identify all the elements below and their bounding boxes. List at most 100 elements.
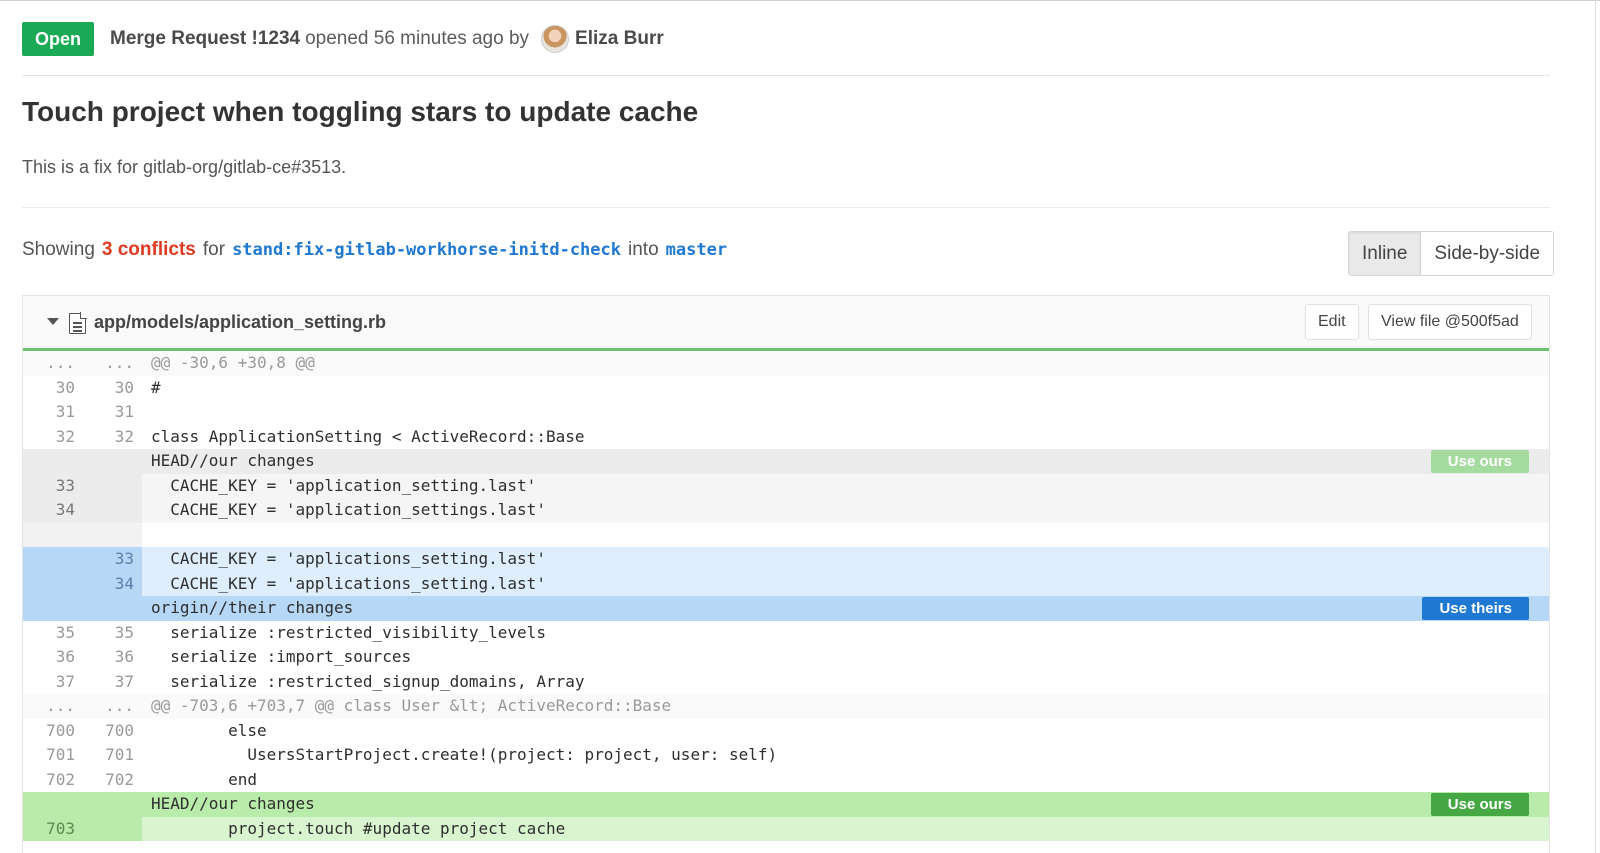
diff-line: 33 CACHE_KEY = 'applications_setting.las… [23, 547, 1549, 572]
page-right-border [1595, 0, 1596, 853]
old-line-number: 35 [55, 622, 75, 642]
new-line-number [83, 816, 142, 841]
line-code: CACHE_KEY = 'applications_setting.last' [151, 573, 546, 593]
showing-label: Showing [22, 239, 95, 260]
mr-description: This is a fix for gitlab-org/gitlab-ce#3… [22, 157, 347, 177]
page-top-border [0, 0, 1600, 1]
page-title: Touch project when toggling stars to upd… [22, 96, 699, 127]
target-branch: master [665, 240, 728, 260]
line-code: serialize :import_sources [151, 647, 412, 666]
mr-header: Open Merge Request !1234 opened 56 minut… [22, 22, 664, 56]
old-line-number: 30 [55, 377, 75, 397]
use-ours-button[interactable]: Use ours [1430, 793, 1529, 816]
line-code: serialize :restricted_signup_domains, Ar… [151, 671, 585, 691]
new-line-number: 37 [114, 671, 134, 691]
new-line-number [83, 498, 142, 523]
diff-line: 36 36 serialize :import_sources [23, 645, 1549, 670]
line-code: @@ -30,6 +30,8 @@ [151, 353, 315, 372]
new-line-number [83, 522, 142, 547]
line-code: project.touch #update project cache [151, 818, 566, 838]
diff-line: ...... @@ -703,6 +703,7 @@ class User &lt… [23, 694, 1549, 719]
status-badge: Open [22, 22, 95, 56]
view-file-button[interactable]: View file @500f5ad [1368, 304, 1532, 340]
description-divider [22, 207, 1550, 208]
file-path: app/models/application_setting.rb [94, 312, 387, 332]
new-line-number: 33 [83, 547, 142, 572]
old-line-number: 701 [46, 745, 75, 764]
old-line-number: 703 [23, 816, 83, 841]
new-line-number: 702 [105, 769, 134, 789]
diff-line: ...... @@ -30,6 +30,8 @@ [23, 351, 1549, 376]
new-line-number: ... [83, 351, 142, 376]
conflict-header-row: origin//their changes Use theirs [23, 596, 1549, 621]
old-line-number [23, 547, 83, 572]
diff-line: 33 CACHE_KEY = 'application_setting.last… [23, 473, 1549, 498]
line-code: UsersStartProject.create!(project: proje… [151, 745, 778, 764]
side-by-side-view-button[interactable]: Side-by-side [1421, 232, 1554, 275]
file-header: app/models/application_setting.rb Edit V… [23, 296, 1549, 351]
diff-line: 34 CACHE_KEY = 'application_settings.las… [23, 498, 1549, 523]
avatar[interactable] [541, 25, 570, 53]
new-line-number [83, 792, 142, 817]
line-code: CACHE_KEY = 'application_settings.last' [151, 500, 546, 519]
line-code: serialize :restricted_visibility_levels [151, 622, 546, 642]
new-line-number [83, 473, 142, 498]
line-code: # [151, 377, 161, 397]
old-line-number: ... [23, 694, 83, 719]
old-line-number [23, 449, 83, 474]
use-ours-button[interactable]: Use ours [1430, 450, 1529, 473]
new-line-number: 32 [114, 426, 134, 446]
old-line-number [23, 596, 83, 621]
line-code: @@ -703,6 +703,7 @@ class User &lt; Acti… [151, 696, 672, 715]
diff-line: 35 35 serialize :restricted_visibility_le… [23, 621, 1549, 646]
diff-line: 32 32 class ApplicationSetting < ActiveRec… [23, 425, 1549, 450]
mr-meta: Merge Request !1234 opened 56 minutes ag… [110, 25, 664, 53]
diff-line: 703 project.touch #update project cache [23, 816, 1549, 841]
diff-line: 700 700 else [23, 719, 1549, 744]
conflicts-summary: Showing 3 conflicts for stand:fix-gitlab… [22, 239, 734, 261]
into-label: into [628, 239, 659, 260]
author-link[interactable]: Eliza Burr [575, 28, 664, 50]
diff-line: 702 702 end [23, 768, 1549, 793]
old-line-number [23, 571, 83, 596]
new-line-number: 700 [105, 720, 134, 740]
line-code: origin//their changes [151, 598, 354, 617]
new-line-number [83, 596, 142, 621]
line-code: CACHE_KEY = 'applications_setting.last' [151, 549, 546, 568]
line-code: end [151, 769, 257, 789]
header-divider [22, 75, 1550, 76]
inline-view-button[interactable]: Inline [1349, 232, 1422, 275]
conflict-count: 3 conflicts [101, 239, 196, 260]
new-line-number: ... [83, 694, 142, 719]
old-line-number [23, 792, 83, 817]
diff-lines: ...... @@ -30,6 +30,8 @@ 30 30 #31 31 32 32 clas… [23, 351, 1549, 841]
new-line-number: 30 [114, 377, 134, 397]
new-line-number: 31 [114, 402, 134, 421]
source-branch: stand:fix-gitlab-workhorse-initd-check [232, 240, 621, 260]
conflict-header-row: HEAD//our changes Use ours [23, 449, 1549, 474]
old-line-number: ... [23, 351, 83, 376]
line-code: CACHE_KEY = 'application_setting.last' [151, 475, 537, 495]
old-line-number: 31 [55, 402, 75, 421]
line-code: HEAD//our changes [151, 794, 315, 813]
chevron-down-icon[interactable] [47, 318, 59, 325]
line-code: HEAD//our changes [151, 451, 315, 470]
diff-line: 37 37 serialize :restricted_signup_domain… [23, 670, 1549, 695]
new-line-number: 35 [114, 622, 134, 642]
new-line-number: 701 [105, 745, 134, 764]
mr-opened-text: opened 56 minutes ago by [305, 28, 530, 49]
old-line-number: 702 [46, 769, 75, 789]
line-code: else [151, 720, 267, 740]
file-icon [69, 312, 87, 334]
old-line-number: 37 [55, 671, 75, 691]
diff-line: 701 701 UsersStartProject.create!(project… [23, 743, 1549, 768]
diff-line: 34 CACHE_KEY = 'applications_setting.las… [23, 571, 1549, 596]
diff-line: 31 31 [23, 400, 1549, 425]
use-theirs-button[interactable]: Use theirs [1422, 597, 1529, 620]
new-line-number [83, 449, 142, 474]
old-line-number: 32 [55, 426, 75, 446]
edit-file-button[interactable]: Edit [1305, 304, 1359, 340]
mr-reference: Merge Request !1234 [110, 28, 301, 49]
